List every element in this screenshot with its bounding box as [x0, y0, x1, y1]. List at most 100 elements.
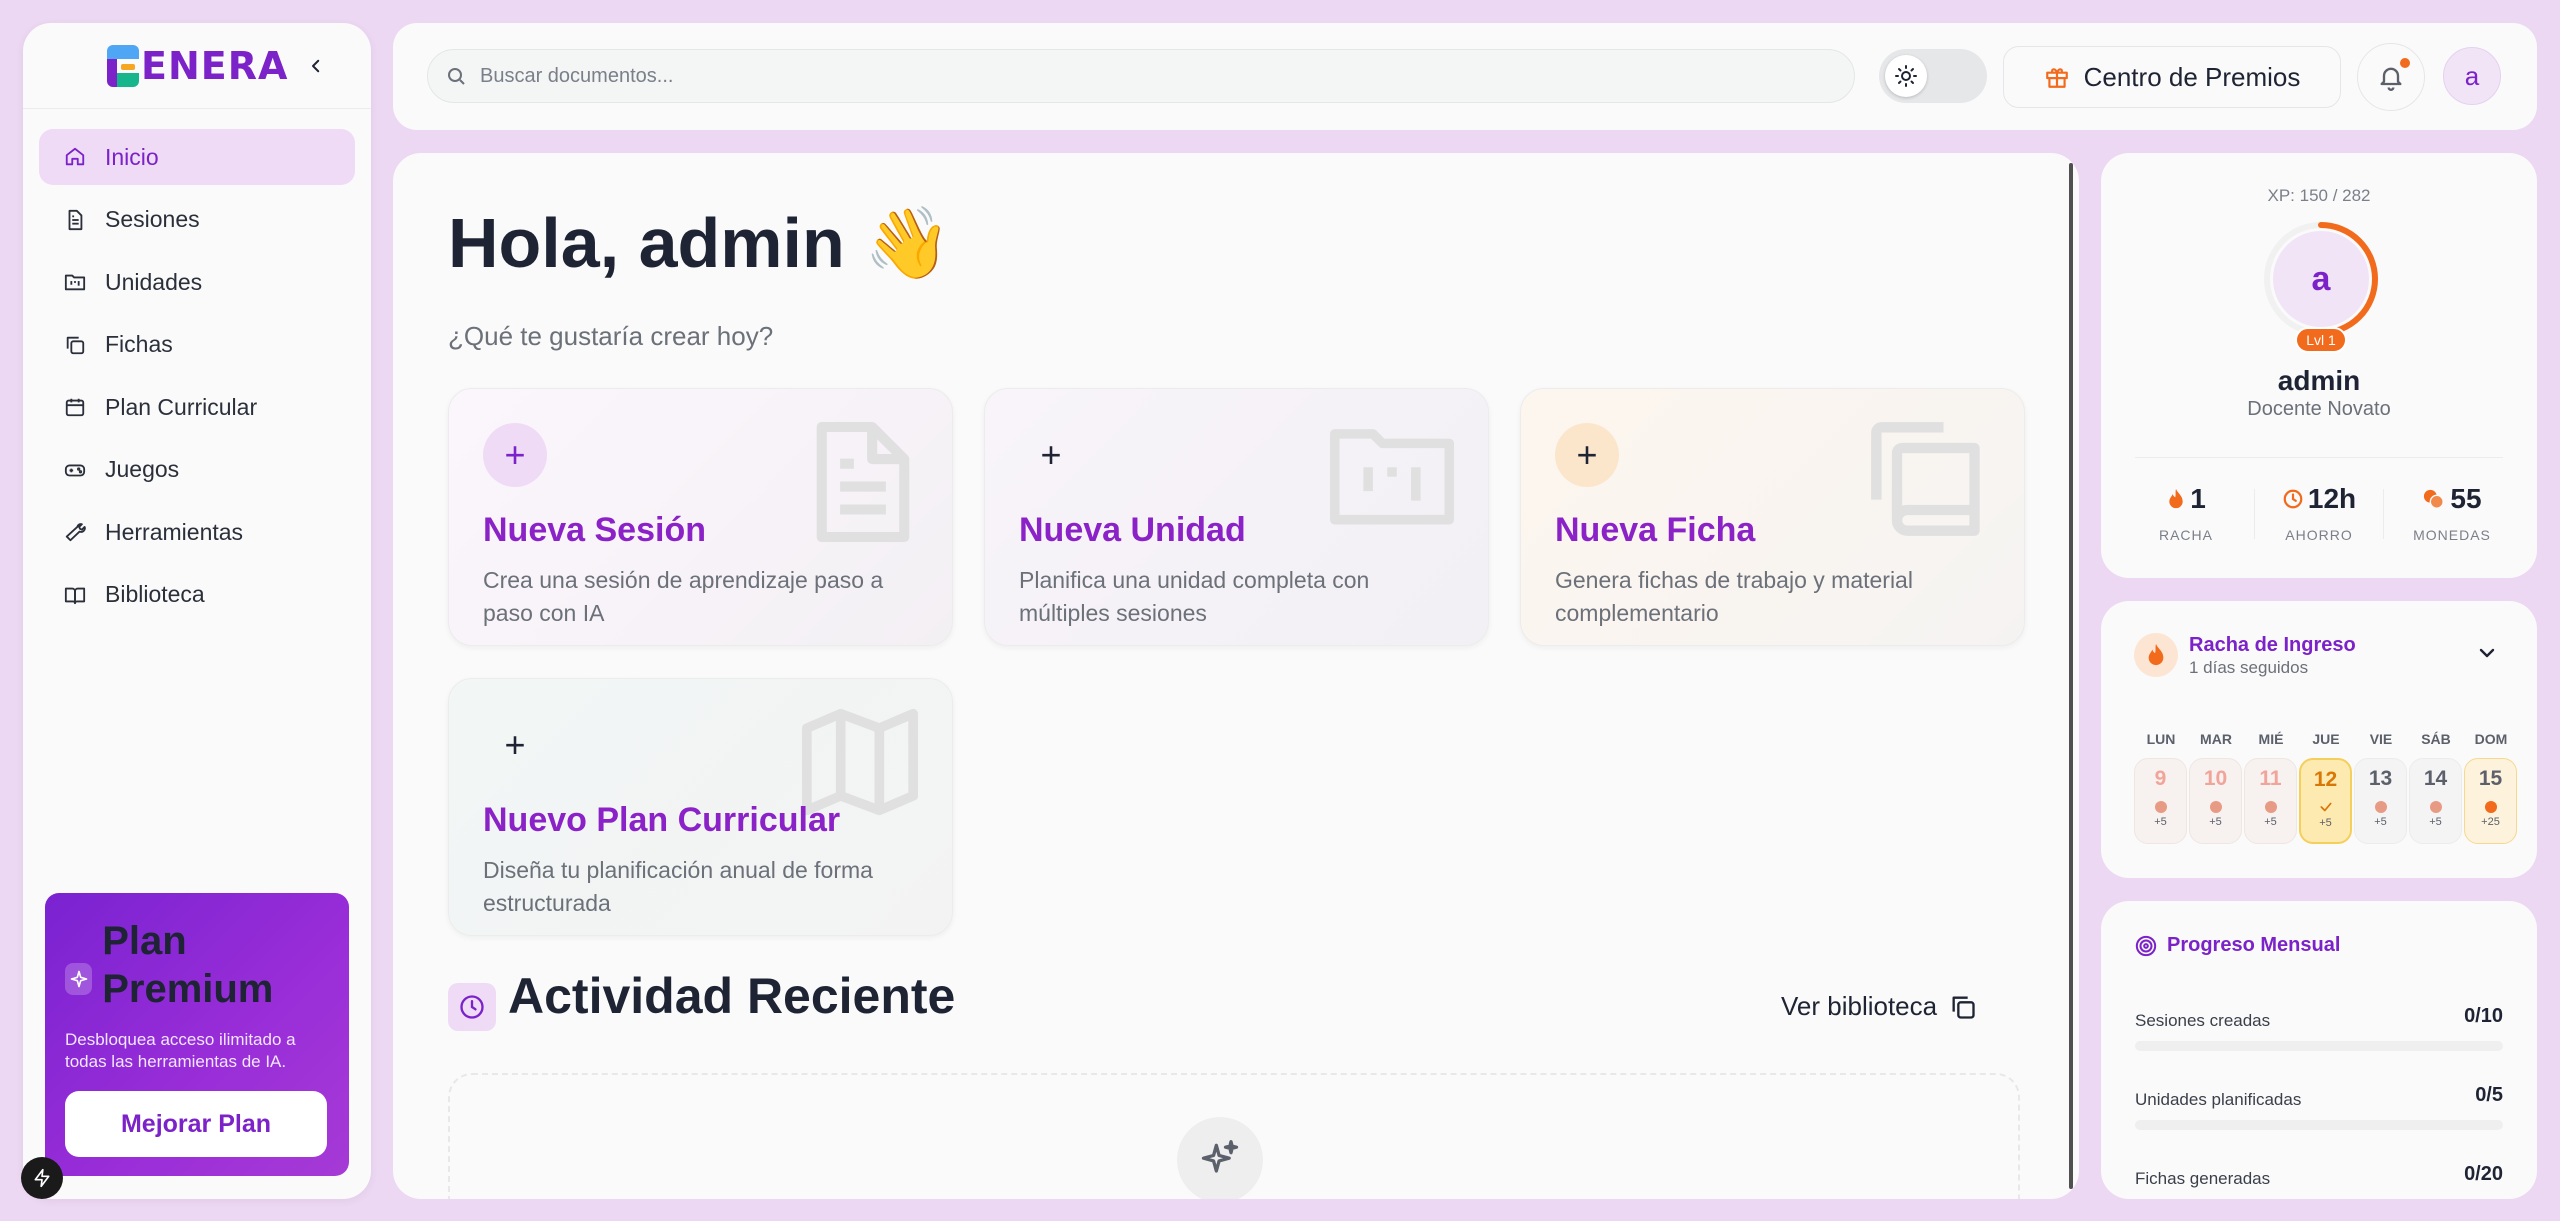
day-points: +5: [2429, 816, 2442, 828]
coin-icon: [2154, 801, 2167, 813]
profile-avatar[interactable]: a: [2273, 231, 2369, 327]
book-open-icon: [63, 583, 87, 607]
progress-label: Unidades planificadas: [2135, 1090, 2302, 1109]
monthly-progress-card: Progreso Mensual Sesiones creadas 0/10 U…: [2101, 901, 2537, 1199]
progress-value: 0/20: [2464, 1163, 2503, 1185]
card-description: Diseña tu planificación anual de forma e…: [483, 857, 873, 916]
progress-title: Progreso Mensual: [2167, 934, 2341, 956]
day-number: 15: [2478, 767, 2503, 790]
new-worksheet-card[interactable]: + Nueva Ficha Genera fichas de trabajo y…: [1520, 388, 2025, 646]
profile-role: Docente Novato: [2247, 398, 2391, 420]
stat-streak: 1 RACHA: [2121, 483, 2251, 543]
stat-label: AHORRO: [2285, 527, 2353, 543]
chevron-down-icon: [2479, 648, 2495, 658]
progress-value: 0/10: [2464, 1005, 2503, 1027]
sidebar-item-unidades[interactable]: Unidades: [39, 254, 355, 310]
plus-icon: +: [504, 724, 526, 765]
sidebar-item-label: Unidades: [105, 268, 203, 295]
stat-label: RACHA: [2158, 527, 2213, 543]
sidebar-item-biblioteca[interactable]: Biblioteca: [39, 567, 355, 623]
progress-bar: [2135, 1041, 2503, 1051]
user-avatar[interactable]: a: [2443, 47, 2501, 105]
sidebar-item-fichas[interactable]: Fichas: [39, 317, 355, 373]
folder-kanban-icon: [63, 270, 87, 294]
logo[interactable]: ENERA: [107, 44, 288, 88]
page-title: Hola, admin 👋: [448, 204, 952, 282]
coin-icon: [2264, 801, 2277, 813]
sidebar-item-label: Sesiones: [105, 206, 200, 232]
streak-day: 13 +5: [2354, 758, 2407, 844]
theme-toggle[interactable]: [1879, 49, 1987, 103]
expand-streak-button[interactable]: [2475, 641, 2499, 670]
sparkles-icon: [65, 963, 93, 995]
bolt-icon[interactable]: [21, 1157, 63, 1199]
day-points: +5: [2154, 816, 2167, 828]
flame-icon: [2134, 633, 2178, 677]
streak-subtitle: 1 días seguidos: [2189, 658, 2309, 677]
day-header: MAR: [2200, 731, 2232, 747]
rewards-label: Centro de Premios: [2083, 61, 2301, 92]
new-session-card[interactable]: + Nueva Sesión Crea una sesión de aprend…: [448, 388, 953, 646]
day-points: +5: [2264, 816, 2277, 828]
sidebar-item-inicio[interactable]: Inicio: [39, 129, 355, 185]
view-library-link[interactable]: Ver biblioteca: [1781, 991, 1977, 1022]
sidebar-item-sesiones[interactable]: Sesiones: [39, 192, 355, 248]
streak-day: 10 +5: [2189, 758, 2242, 844]
document-icon: [816, 421, 910, 543]
sidebar-item-label: Plan Curricular: [105, 393, 258, 420]
page-subtitle: ¿Qué te gustaría crear hoy?: [448, 321, 774, 351]
progress-label: Fichas generadas: [2135, 1169, 2271, 1188]
collapse-sidebar-button[interactable]: [303, 53, 329, 79]
premium-title: Plan Premium: [102, 919, 274, 1011]
card-title: Nueva Ficha: [1555, 511, 1756, 549]
recent-activity-title: Actividad Reciente: [508, 968, 956, 1024]
progress-value: 0/5: [2475, 1084, 2503, 1106]
clock-icon: [2283, 489, 2303, 509]
notifications-button[interactable]: [2357, 43, 2425, 111]
stat-savings: 12h AHORRO: [2254, 483, 2384, 543]
sidebar-item-herramientas[interactable]: Herramientas: [39, 504, 355, 560]
sidebar-item-plan-curricular[interactable]: Plan Curricular: [39, 379, 355, 435]
day-header: VIE: [2369, 731, 2393, 747]
plus-icon: +: [1040, 434, 1062, 475]
new-curricular-plan-card[interactable]: + Nuevo Plan Curricular Diseña tu planif…: [448, 678, 953, 936]
plus-icon: +: [1555, 423, 1619, 487]
day-header: LUN: [2146, 731, 2176, 747]
rewards-center-button[interactable]: Centro de Premios: [2003, 46, 2341, 108]
sidebar-item-juegos[interactable]: Juegos: [39, 442, 355, 498]
stat-coins: 55 MONEDAS: [2387, 483, 2517, 543]
card-description: Crea una sesión de aprendizaje paso a pa…: [483, 567, 884, 626]
profile-name: admin: [2277, 365, 2361, 396]
premium-description: Desbloquea acceso ilimitado a todas las …: [65, 1030, 296, 1071]
level-badge: Lvl 1: [2295, 327, 2347, 353]
scrollbar[interactable]: [2069, 163, 2073, 1189]
home-icon: [63, 145, 87, 169]
streak-day: 9 +5: [2134, 758, 2187, 844]
upgrade-plan-button[interactable]: Mejorar Plan: [65, 1091, 327, 1157]
gift-icon: [2045, 68, 2068, 88]
plus-icon: +: [483, 423, 547, 487]
xp-label: XP: 150 / 282: [2267, 186, 2371, 205]
day-header: MIÉ: [2258, 731, 2284, 747]
bell-icon: [2380, 67, 2402, 91]
progress-row-units: Unidades planificadas 0/5: [2135, 1084, 2503, 1130]
topbar: Centro de Premios a: [393, 23, 2537, 130]
view-library-label: Ver biblioteca: [1781, 991, 1938, 1021]
premium-card: Plan Premium Desbloquea acceso ilimitado…: [45, 893, 349, 1176]
target-icon: [2135, 935, 2157, 957]
login-streak-card: Racha de Ingreso 1 días seguidos LUN 9 +5 M…: [2101, 601, 2537, 878]
logo-text: ENERA: [141, 43, 289, 88]
new-unit-card[interactable]: + Nueva Unidad Planifica una unidad comp…: [984, 388, 1489, 646]
progress-row-sessions: Sesiones creadas 0/10: [2135, 1005, 2503, 1051]
search-input[interactable]: [480, 64, 1780, 88]
stat-label: MONEDAS: [2413, 527, 2491, 543]
day-number: 12: [2313, 768, 2338, 791]
day-number: 14: [2423, 767, 2448, 790]
streak-day: 11 +5: [2244, 758, 2297, 844]
day-points: +5: [2209, 816, 2222, 828]
day-number: 9: [2154, 767, 2167, 790]
sidebar-item-label: Fichas: [105, 331, 173, 357]
sun-icon: [1885, 55, 1927, 97]
coin-icon: [2484, 801, 2497, 813]
gamepad-icon: [63, 458, 87, 482]
